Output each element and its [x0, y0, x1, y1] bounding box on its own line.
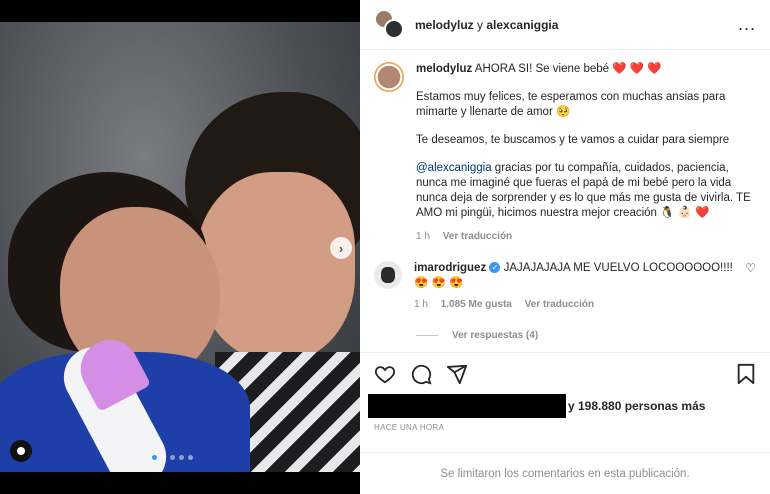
comment-time: 1 h [414, 299, 428, 310]
carousel-dot [161, 455, 166, 460]
post-modal: › melodyluz y alexcaniggia ... melodyluz… [0, 0, 770, 494]
caption-para1: Estamos muy felices, te esperamos con mu… [416, 91, 726, 118]
more-options-icon[interactable]: ... [738, 14, 756, 35]
likes-summary[interactable]: y 198.880 personas más [368, 394, 768, 418]
action-bar [360, 352, 770, 394]
caption-mention[interactable]: @alexcaniggia [416, 162, 492, 174]
comment-likes[interactable]: 1.085 Me gusta [441, 299, 512, 310]
comment-meta: 1 h 1.085 Me gusta Ver traducción [414, 297, 735, 312]
author-connector: y [477, 17, 484, 32]
caption-line1: AHORA SI! Se viene bebé ❤️ ❤️ ❤️ [474, 63, 662, 75]
carousel-dot [179, 455, 184, 460]
post-photo[interactable]: › [0, 22, 360, 472]
comment: imarodriguez ✓ JAJAJAJAJA ME VUELVO LOCO… [374, 261, 756, 312]
bookmark-icon[interactable] [736, 363, 756, 385]
avatar[interactable] [374, 261, 402, 289]
verified-badge-icon: ✓ [489, 262, 501, 274]
replies-divider [416, 335, 438, 336]
user-tag-icon[interactable] [10, 440, 32, 462]
post-sidebar: melodyluz y alexcaniggia ... melodyluz A… [360, 0, 770, 494]
comments-limited-notice: Se limitaron los comentarios en esta pub… [360, 452, 770, 494]
caption: melodyluz AHORA SI! Se viene bebé ❤️ ❤️ … [374, 62, 756, 244]
comment-username[interactable]: imarodriguez [414, 262, 486, 274]
author-link-1[interactable]: melodyluz [415, 18, 474, 32]
comments-section: melodyluz AHORA SI! Se viene bebé ❤️ ❤️ … [360, 50, 770, 352]
caption-para2: Te deseamos, te buscamos y te vamos a cu… [416, 134, 730, 146]
carousel-dot [188, 455, 193, 460]
carousel-dot [170, 455, 175, 460]
redacted-likers [368, 394, 566, 418]
photo-man-face [195, 172, 355, 362]
comment-like-heart-icon[interactable]: ♡ [745, 261, 756, 312]
post-authors: melodyluz y alexcaniggia [415, 18, 558, 32]
caption-translate-link[interactable]: Ver traducción [443, 231, 512, 242]
comment-body: imarodriguez ✓ JAJAJAJAJA ME VUELVO LOCO… [414, 261, 735, 312]
avatar[interactable] [374, 8, 406, 41]
post-timestamp: HACE UNA HORA [374, 423, 445, 432]
heart-icon[interactable] [374, 363, 396, 385]
avatar-user2 [384, 18, 404, 39]
caption-username[interactable]: melodyluz [416, 63, 472, 75]
caption-time: 1 h [416, 231, 430, 242]
comment-icon[interactable] [410, 363, 432, 385]
view-replies-button[interactable]: Ver respuestas (4) [416, 330, 756, 341]
author-link-2[interactable]: alexcaniggia [486, 18, 558, 32]
chevron-right-icon[interactable]: › [330, 237, 352, 259]
view-replies-label: Ver respuestas (4) [452, 330, 539, 341]
carousel-dots [152, 455, 193, 460]
avatar[interactable] [374, 62, 404, 92]
comment-translate-link[interactable]: Ver traducción [525, 299, 594, 310]
caption-meta: 1 h Ver traducción [416, 229, 756, 244]
share-icon[interactable] [446, 363, 468, 385]
likes-count: y 198.880 personas más [568, 399, 706, 413]
post-header: melodyluz y alexcaniggia ... [360, 0, 770, 50]
caption-body: melodyluz AHORA SI! Se viene bebé ❤️ ❤️ … [416, 62, 756, 244]
carousel-dot [152, 455, 157, 460]
